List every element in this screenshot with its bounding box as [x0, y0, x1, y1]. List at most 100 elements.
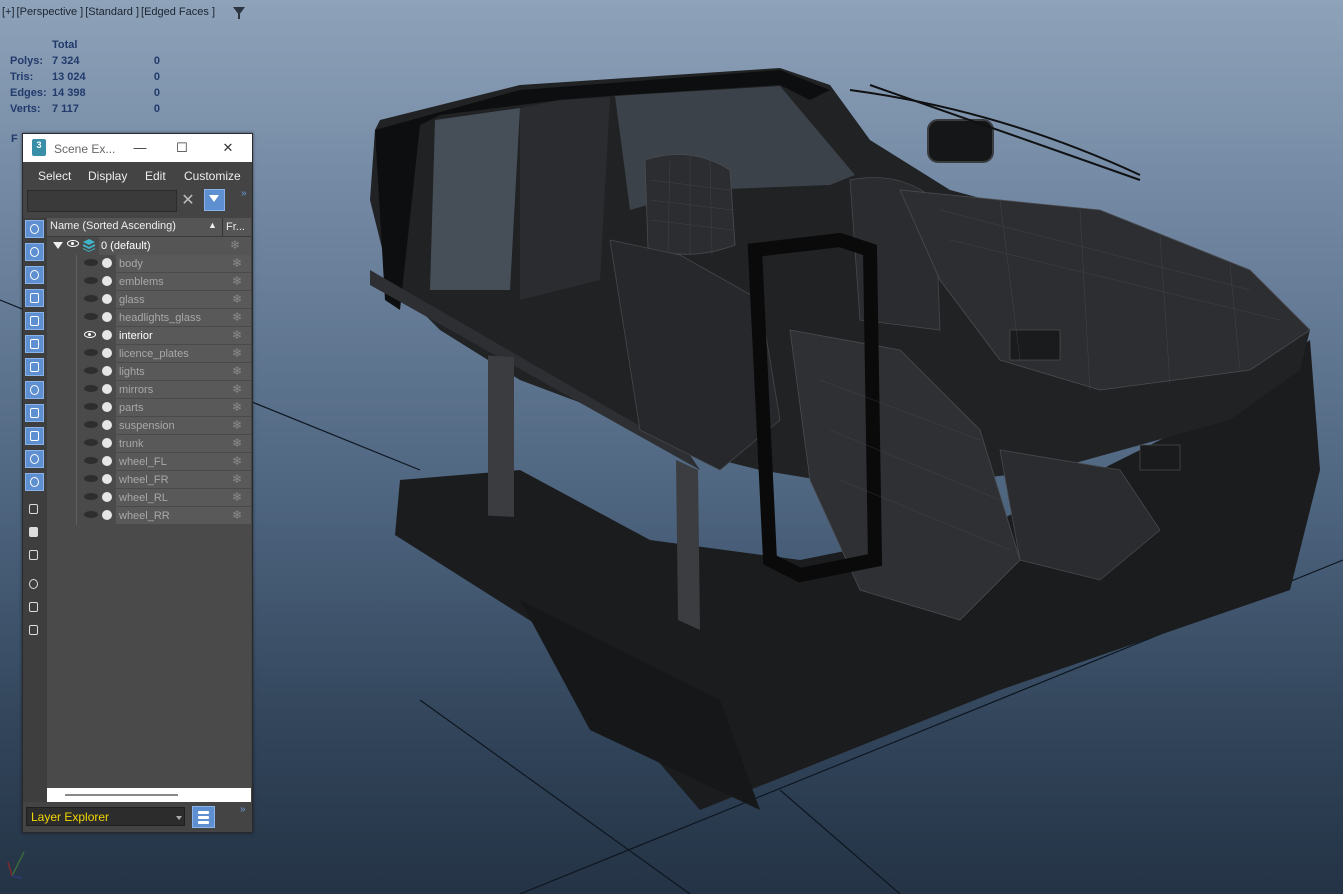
layer-tree[interactable]: Name (Sorted Ascending) ▲ Fr... 0 (defau…: [47, 218, 251, 788]
filter-icon[interactable]: [25, 599, 44, 617]
layer-row-trunk[interactable]: trunk ❄: [47, 435, 251, 453]
layer-row-parts[interactable]: parts ❄: [47, 399, 251, 417]
render-dot-icon[interactable]: [102, 294, 112, 304]
visibility-eye-icon[interactable]: [84, 295, 98, 302]
visibility-eye-icon[interactable]: [67, 240, 79, 247]
visibility-eye-icon[interactable]: [84, 259, 98, 266]
clear-search-icon[interactable]: ✕: [179, 191, 197, 211]
render-dot-icon[interactable]: [102, 438, 112, 448]
display-all-icon[interactable]: [25, 501, 44, 519]
menu-edit[interactable]: Edit: [145, 169, 166, 183]
layer-row-lights[interactable]: lights ❄: [47, 363, 251, 381]
visibility-eye-icon[interactable]: [84, 439, 98, 446]
layer-row-default[interactable]: 0 (default) ❄: [47, 237, 251, 255]
layer-row-licence-plates[interactable]: licence_plates ❄: [47, 345, 251, 363]
freeze-icon[interactable]: ❄: [232, 472, 242, 486]
display-none-icon[interactable]: [25, 220, 44, 238]
layer-row-body[interactable]: body ❄: [47, 255, 251, 273]
geometry-icon[interactable]: [25, 243, 44, 261]
scene-explorer-titlebar[interactable]: 3 Scene Ex... — ☐ ✕: [23, 134, 252, 162]
viewport-quality-label[interactable]: [Standard ]: [85, 6, 139, 18]
freeze-icon[interactable]: ❄: [232, 436, 242, 450]
visibility-eye-icon[interactable]: [84, 313, 98, 320]
visibility-eye-icon[interactable]: [84, 403, 98, 410]
bones-icon[interactable]: [25, 404, 44, 422]
freeze-icon[interactable]: ❄: [232, 454, 242, 468]
freeze-icon[interactable]: ❄: [232, 418, 242, 432]
more-tools-icon[interactable]: »: [241, 188, 247, 199]
helpers-icon[interactable]: [25, 312, 44, 330]
visibility-eye-icon[interactable]: [84, 493, 98, 500]
render-dot-icon[interactable]: [102, 474, 112, 484]
filter-settings-icon[interactable]: [25, 576, 44, 594]
render-dot-icon[interactable]: [102, 492, 112, 502]
render-dot-icon[interactable]: [102, 348, 112, 358]
render-dot-icon[interactable]: [102, 366, 112, 376]
xrefs-icon[interactable]: [25, 381, 44, 399]
visibility-eye-icon[interactable]: [84, 349, 98, 356]
cameras-icon[interactable]: [25, 289, 44, 307]
visibility-eye-icon[interactable]: [84, 385, 98, 392]
freeze-icon[interactable]: ❄: [232, 274, 242, 288]
freeze-icon[interactable]: ❄: [230, 238, 240, 252]
render-dot-icon[interactable]: [102, 402, 112, 412]
render-dot-icon[interactable]: [102, 258, 112, 268]
visibility-eye-icon[interactable]: [84, 511, 98, 518]
layer-row-headlights-glass[interactable]: headlights_glass ❄: [47, 309, 251, 327]
freeze-icon[interactable]: ❄: [232, 508, 242, 522]
explorer-type-dropdown[interactable]: Layer Explorer: [26, 807, 185, 826]
render-dot-icon[interactable]: [102, 510, 112, 520]
render-dot-icon[interactable]: [102, 276, 112, 286]
layer-row-wheel-fr[interactable]: wheel_FR ❄: [47, 471, 251, 489]
filter-toggle-button[interactable]: [204, 189, 225, 211]
invert-icon[interactable]: [25, 547, 44, 565]
visibility-eye-icon[interactable]: [84, 421, 98, 428]
freeze-icon[interactable]: ❄: [232, 328, 242, 342]
lights-icon[interactable]: [25, 266, 44, 284]
frozen-icon[interactable]: [25, 450, 44, 468]
layer-row-wheel-rl[interactable]: wheel_RL ❄: [47, 489, 251, 507]
render-dot-icon[interactable]: [102, 384, 112, 394]
render-dot-icon[interactable]: [102, 330, 112, 340]
freeze-icon[interactable]: ❄: [232, 364, 242, 378]
render-dot-icon[interactable]: [102, 456, 112, 466]
maximize-button[interactable]: ☐: [169, 138, 195, 158]
freeze-icon[interactable]: ❄: [232, 292, 242, 306]
freeze-icon[interactable]: ❄: [232, 256, 242, 270]
more-tools-icon[interactable]: »: [240, 804, 246, 815]
freeze-icon[interactable]: ❄: [232, 490, 242, 504]
layer-row-suspension[interactable]: suspension ❄: [47, 417, 251, 435]
layer-row-glass[interactable]: glass ❄: [47, 291, 251, 309]
visibility-eye-icon[interactable]: [84, 475, 98, 482]
viewport-menu-plus[interactable]: [+]: [2, 6, 15, 18]
viewport-shading-label[interactable]: [Edged Faces ]: [141, 6, 215, 18]
horizontal-scrollbar[interactable]: [47, 788, 251, 802]
layer-row-mirrors[interactable]: mirrors ❄: [47, 381, 251, 399]
viewport-view-label[interactable]: [Perspective ]: [17, 6, 84, 18]
layer-explorer-button[interactable]: [192, 806, 215, 828]
freeze-icon[interactable]: ❄: [232, 346, 242, 360]
display-none-list-icon[interactable]: [25, 524, 44, 542]
viewport-label[interactable]: [+] [Perspective ] [Standard ] [Edged Faces…: [2, 6, 217, 18]
minimize-button[interactable]: —: [127, 138, 153, 158]
sync-selection-icon[interactable]: [25, 622, 44, 640]
visibility-eye-icon[interactable]: [84, 277, 98, 284]
containers-icon[interactable]: [25, 427, 44, 445]
visibility-eye-icon[interactable]: [84, 367, 98, 374]
groups-icon[interactable]: [25, 358, 44, 376]
layer-row-wheel-rr[interactable]: wheel_RR ❄: [47, 507, 251, 525]
layer-row-interior[interactable]: interior ❄: [47, 327, 251, 345]
render-dot-icon[interactable]: [102, 312, 112, 322]
layer-row-wheel-fl[interactable]: wheel_FL ❄: [47, 453, 251, 471]
space-warps-icon[interactable]: [25, 335, 44, 353]
menu-customize[interactable]: Customize: [184, 169, 241, 183]
menu-select[interactable]: Select: [38, 169, 71, 183]
search-input[interactable]: [27, 190, 177, 212]
visibility-eye-icon[interactable]: [84, 457, 98, 464]
menu-display[interactable]: Display: [88, 169, 127, 183]
scene-explorer-window[interactable]: 3 Scene Ex... — ☐ ✕ Select Display Edit …: [22, 133, 253, 833]
column-frozen-header[interactable]: Fr...: [222, 218, 251, 236]
scrollbar-thumb[interactable]: [65, 794, 178, 796]
visibility-eye-icon[interactable]: [84, 331, 96, 338]
layer-row-emblems[interactable]: emblems ❄: [47, 273, 251, 291]
